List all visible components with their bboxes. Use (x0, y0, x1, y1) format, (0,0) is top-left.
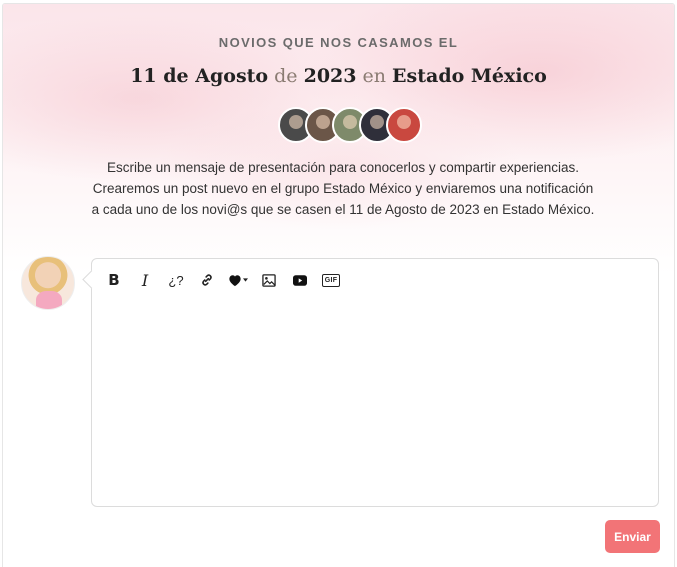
intro-line: Crearemos un post nuevo en el grupo Esta… (92, 181, 594, 196)
couples-avatar-stack (278, 107, 422, 143)
image-icon (262, 273, 276, 287)
chevron-down-icon (243, 278, 248, 282)
gif-icon: GIF (321, 273, 341, 287)
headline-date: 11 de Agosto (130, 65, 269, 87)
heart-icon (229, 274, 241, 286)
intro-line: Escribe un mensaje de presentación para … (107, 160, 579, 175)
headline-connector-de: de (268, 65, 304, 87)
intro-text: Escribe un mensaje de presentación para … (43, 157, 643, 220)
video-button[interactable] (290, 270, 310, 290)
image-button[interactable] (259, 270, 279, 290)
headline-location: Estado México (392, 65, 547, 87)
youtube-icon (293, 274, 307, 286)
eyebrow-title: NOVIOS QUE NOS CASAMOS EL (218, 35, 459, 50)
editor-toolbar: B I ¿? GIF (104, 269, 352, 291)
message-editor: B I ¿? GIF (91, 258, 659, 507)
italic-button[interactable]: I (135, 270, 155, 290)
gif-button[interactable]: GIF (321, 270, 341, 290)
member-avatar[interactable] (386, 107, 422, 143)
question-button[interactable]: ¿? (166, 270, 186, 290)
wedding-date-headline: 11 de Agosto de 2023 en Estado México (3, 65, 674, 87)
send-button[interactable]: Enviar (605, 520, 660, 553)
intro-line: a cada uno de los novi@s que se casen el… (91, 202, 595, 217)
message-input[interactable] (102, 299, 648, 496)
headline-year: 2023 (303, 65, 357, 87)
bold-button[interactable]: B (104, 270, 124, 290)
link-icon (202, 274, 212, 286)
link-button[interactable] (197, 270, 217, 290)
current-user-avatar (21, 256, 75, 310)
headline-connector-en: en (356, 65, 393, 87)
emoji-dropdown-button[interactable] (228, 270, 248, 290)
